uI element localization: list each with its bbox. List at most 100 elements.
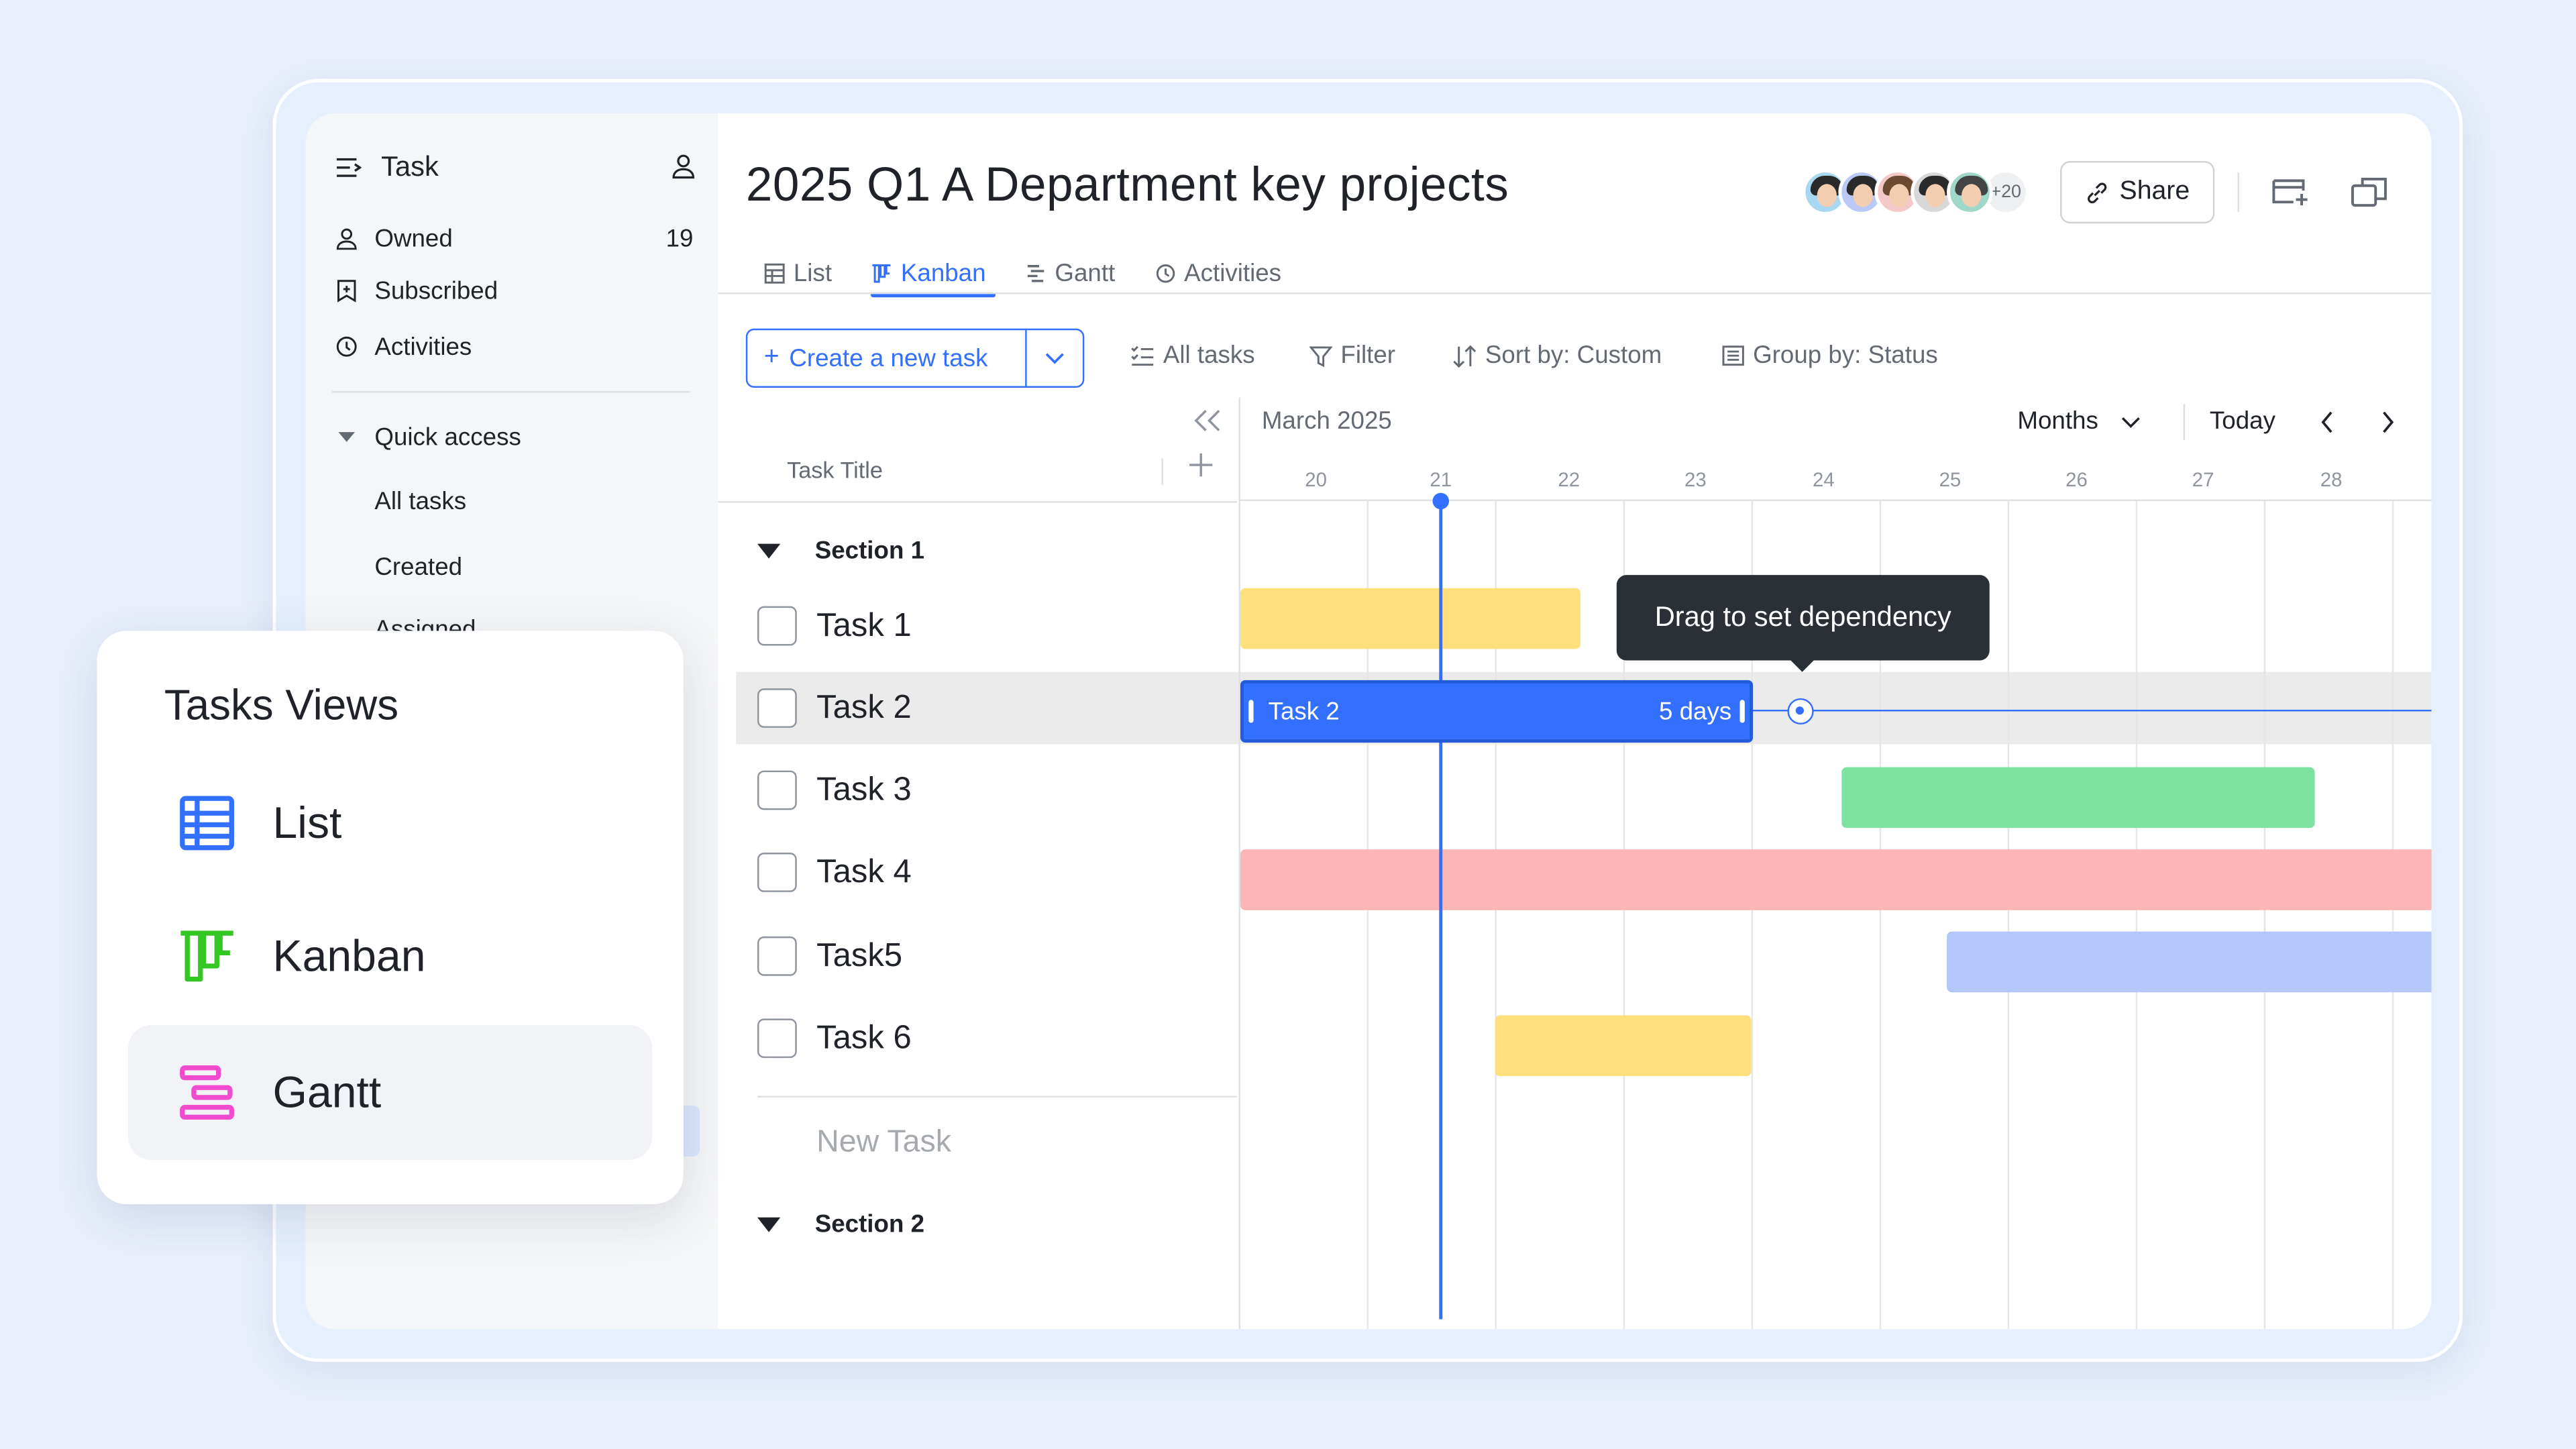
task-row[interactable]: Task 6 xyxy=(757,1018,912,1059)
filter-button[interactable]: Filter xyxy=(1309,341,1395,370)
filter-label: Filter xyxy=(1340,341,1396,370)
tab-gantt[interactable]: Gantt xyxy=(1025,252,1115,294)
task-checkbox[interactable] xyxy=(757,936,797,976)
sidebar-title: Task xyxy=(381,151,439,182)
tab-label: Activities xyxy=(1184,258,1282,287)
tab-list[interactable]: List xyxy=(764,252,832,294)
view-option-label: List xyxy=(272,797,342,847)
dependency-handle[interactable] xyxy=(1787,698,1814,725)
task-row[interactable]: Task 2 xyxy=(757,688,912,728)
resize-handle-right[interactable] xyxy=(1739,700,1745,723)
collapse-menu-icon[interactable] xyxy=(335,156,362,179)
dependency-line xyxy=(1751,709,2432,712)
open-new-window-icon[interactable] xyxy=(2349,176,2389,209)
sidebar-item-activities[interactable]: Activities xyxy=(335,329,694,365)
chevron-left-icon[interactable] xyxy=(2320,411,2334,433)
sidebar-item-owned[interactable]: Owned 19 xyxy=(335,220,694,256)
section-header[interactable]: Section 1 xyxy=(757,537,924,565)
chevron-right-icon[interactable] xyxy=(2381,411,2396,433)
day-label: 22 xyxy=(1558,468,1580,492)
gantt-bar-task-1[interactable] xyxy=(1240,588,1580,649)
tab-label: Gantt xyxy=(1055,258,1116,287)
section-header[interactable]: Section 2 xyxy=(757,1211,924,1239)
user-icon[interactable] xyxy=(670,153,696,179)
group-icon xyxy=(1722,345,1744,366)
header-divider xyxy=(718,500,1238,503)
gantt-icon xyxy=(1028,264,1044,282)
view-option-list[interactable]: List xyxy=(128,756,652,891)
today-button[interactable]: Today xyxy=(2210,407,2275,435)
month-label: March 2025 xyxy=(1261,407,1392,435)
collapse-left-icon[interactable] xyxy=(1191,409,1224,432)
column-header-task-title: Task Title xyxy=(787,456,883,484)
scale-label: Months xyxy=(2017,407,2098,435)
kanban-view-icon xyxy=(174,923,240,989)
view-option-kanban[interactable]: Kanban xyxy=(128,889,652,1024)
task-checkbox[interactable] xyxy=(757,770,797,810)
resize-handle-left[interactable] xyxy=(1248,700,1254,723)
sidebar-item-label: Subscribed xyxy=(374,276,498,305)
day-label: 23 xyxy=(1684,468,1707,492)
plus-icon: + xyxy=(763,343,780,372)
gantt-header-divider xyxy=(1238,499,2432,501)
quick-access-toggle[interactable]: Quick access xyxy=(335,419,694,455)
all-tasks-filter[interactable]: All tasks xyxy=(1130,341,1255,370)
grid-line xyxy=(2135,500,2138,1330)
task-checkbox[interactable] xyxy=(757,606,797,646)
tabs-divider xyxy=(718,292,2432,294)
sort-button[interactable]: Sort by: Custom xyxy=(1452,341,1662,370)
add-column-icon[interactable] xyxy=(1188,451,1214,478)
caret-down-icon[interactable] xyxy=(757,1217,781,1232)
create-task-button[interactable]: + Create a new task xyxy=(745,328,1085,388)
sidebar-item-subscribed[interactable]: Subscribed xyxy=(335,273,694,309)
grid-line xyxy=(2392,500,2394,1330)
member-avatars[interactable]: +20 xyxy=(1802,169,2029,218)
checklist-icon xyxy=(1131,345,1154,366)
tab-activities[interactable]: Activities xyxy=(1155,252,1281,294)
caret-down-icon[interactable] xyxy=(757,543,781,559)
scale-selector[interactable]: Months xyxy=(2017,407,2141,435)
tab-label: List xyxy=(793,258,833,287)
gantt-bar-task-5[interactable] xyxy=(1947,931,2432,993)
gantt-bar-task-4[interactable] xyxy=(1240,849,2432,910)
quick-access-created[interactable]: Created xyxy=(374,553,462,582)
sidebar-item-label: Owned xyxy=(374,224,453,252)
table-icon xyxy=(764,262,785,283)
task-row[interactable]: Task5 xyxy=(757,936,902,976)
create-task-dropdown[interactable] xyxy=(1025,330,1083,386)
link-icon xyxy=(2088,182,2107,203)
day-label: 20 xyxy=(1305,468,1327,492)
task-row[interactable]: Task 3 xyxy=(757,770,912,810)
tab-kanban[interactable]: Kanban xyxy=(871,252,996,298)
header-divider xyxy=(2237,172,2239,212)
task-title: Task 3 xyxy=(816,771,912,808)
task-row[interactable]: Task 1 xyxy=(757,606,912,646)
sidebar-divider xyxy=(331,390,690,393)
create-task-label: Create a new task xyxy=(789,344,988,372)
group-button[interactable]: Group by: Status xyxy=(1722,341,1938,370)
section-divider xyxy=(757,1095,1238,1097)
task-checkbox[interactable] xyxy=(757,853,797,892)
sidebar-item-label: Activities xyxy=(374,332,472,361)
task-checkbox[interactable] xyxy=(757,688,797,728)
today-marker-dot xyxy=(1432,492,1450,510)
gantt-bar-task-3[interactable] xyxy=(1841,767,2315,828)
create-task-main[interactable]: + Create a new task xyxy=(747,343,988,373)
new-task-input[interactable]: New Task xyxy=(816,1126,951,1162)
share-button[interactable]: Share xyxy=(2060,161,2215,224)
gantt-bar-task-2[interactable]: Task 2 5 days xyxy=(1240,680,1754,743)
day-label: 26 xyxy=(2065,468,2088,492)
dependency-tooltip: Drag to set dependency xyxy=(1616,575,1990,672)
grid-line xyxy=(2007,500,2010,1330)
gantt-bar-task-6[interactable] xyxy=(1495,1015,1752,1077)
task-row[interactable]: Task 4 xyxy=(757,853,912,892)
view-option-gantt[interactable]: Gantt xyxy=(128,1025,653,1160)
sidebar-header: Task xyxy=(335,150,697,186)
bookmark-plus-icon xyxy=(337,280,356,303)
task-checkbox[interactable] xyxy=(757,1018,797,1059)
quick-access-all-tasks[interactable]: All tasks xyxy=(374,488,466,516)
sort-icon xyxy=(1453,344,1477,367)
kanban-icon xyxy=(873,263,892,282)
add-window-icon[interactable] xyxy=(2271,176,2310,209)
view-tabs: List Kanban Gantt Activities xyxy=(764,252,1321,298)
